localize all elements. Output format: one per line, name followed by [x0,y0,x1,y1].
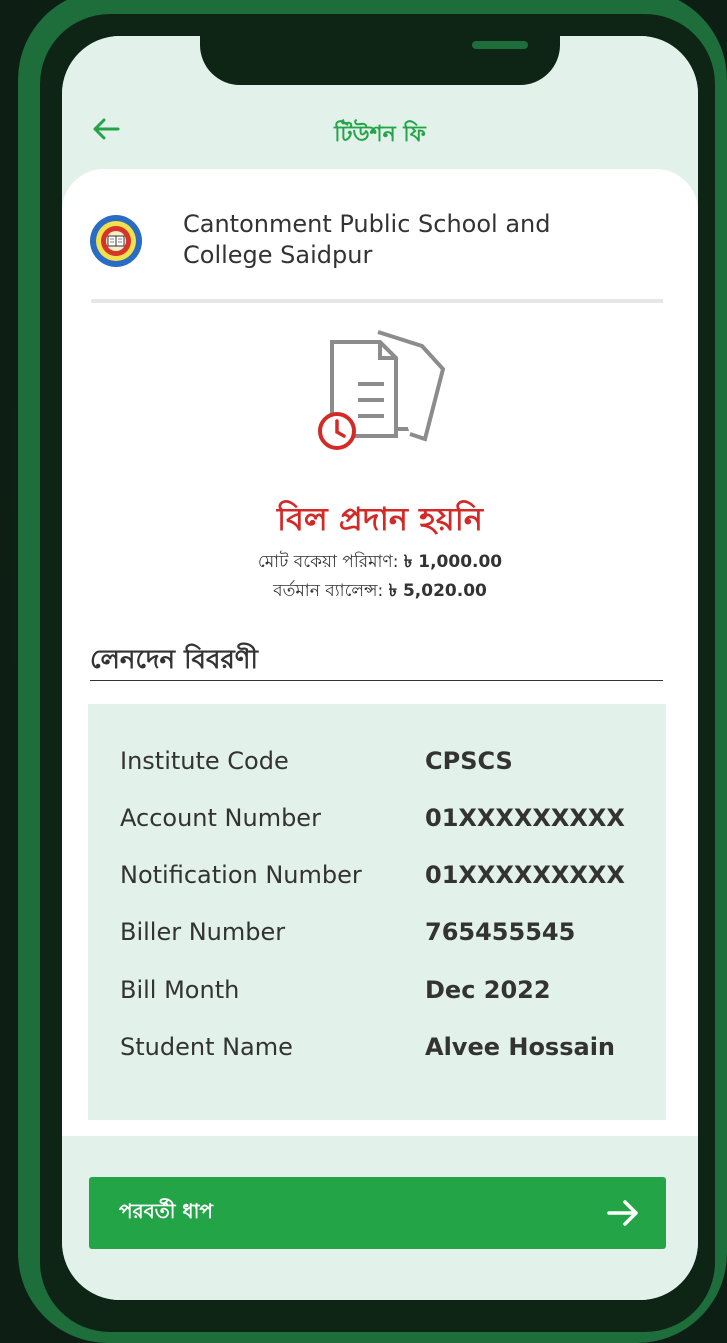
balance-value: ৳ 5,020.00 [388,581,487,601]
balance-line: বর্তমান ব্যালেন্স: ৳ 5,020.00 [62,578,698,606]
detail-row: Student Name Alvee Hossain [120,1033,660,1073]
arrow-right-icon [606,1197,640,1229]
school-logo [89,204,143,278]
detail-value: Alvee Hossain [425,1033,616,1061]
detail-label: Bill Month [120,976,240,1004]
notch [200,36,560,85]
detail-value: CPSCS [425,747,513,775]
detail-row: Biller Number 765455545 [120,918,660,958]
due-amount-label: মোট বকেয়া পরিমাণ: [257,552,399,572]
detail-row: Bill Month Dec 2022 [120,976,660,1016]
detail-row: Notification Number 01XXXXXXXXX [120,861,660,901]
school-name: Cantonment Public School and College Sai… [183,210,551,269]
detail-row: Account Number 01XXXXXXXXX [120,804,660,844]
status-bar [62,36,698,93]
detail-value: 01XXXXXXXXX [425,861,625,889]
next-step-label: পরবর্তী ধাপ [119,1199,213,1223]
balance-label: বর্তমান ব্যালেন্স: [273,581,384,601]
section-divider [90,680,663,681]
detail-label: Account Number [120,804,321,832]
divider [91,299,663,303]
speaker [472,41,528,49]
detail-label: Biller Number [120,918,286,946]
main-card: Cantonment Public School and College Sai… [62,169,698,1139]
due-amount-line: মোট বকেয়া পরিমাণ: ৳ 1,000.00 [62,549,698,577]
detail-value: 01XXXXXXXXX [425,804,625,832]
app-screen: টিউশন ফি Cantonment Public School and Co… [62,36,698,1300]
document-clock-icon [310,324,450,454]
next-step-button[interactable]: পরবর্তী ধাপ [89,1177,666,1249]
detail-label: Student Name [120,1033,293,1061]
detail-label: Institute Code [120,747,289,775]
detail-row: Institute Code CPSCS [120,747,660,787]
due-amount-value: ৳ 1,000.00 [403,552,503,572]
detail-value: Dec 2022 [425,976,551,1004]
section-heading: লেনদেন বিবরণী [90,645,258,675]
payment-status: বিল প্রদান হয়নি [276,500,484,538]
top-bar: টিউশন ফি [62,93,698,173]
detail-label: Notification Number [120,861,362,889]
detail-value: 765455545 [425,918,576,946]
details-panel: Institute Code CPSCS Account Number 01XX… [88,704,666,1120]
page-title: টিউশন ফি [334,122,426,147]
